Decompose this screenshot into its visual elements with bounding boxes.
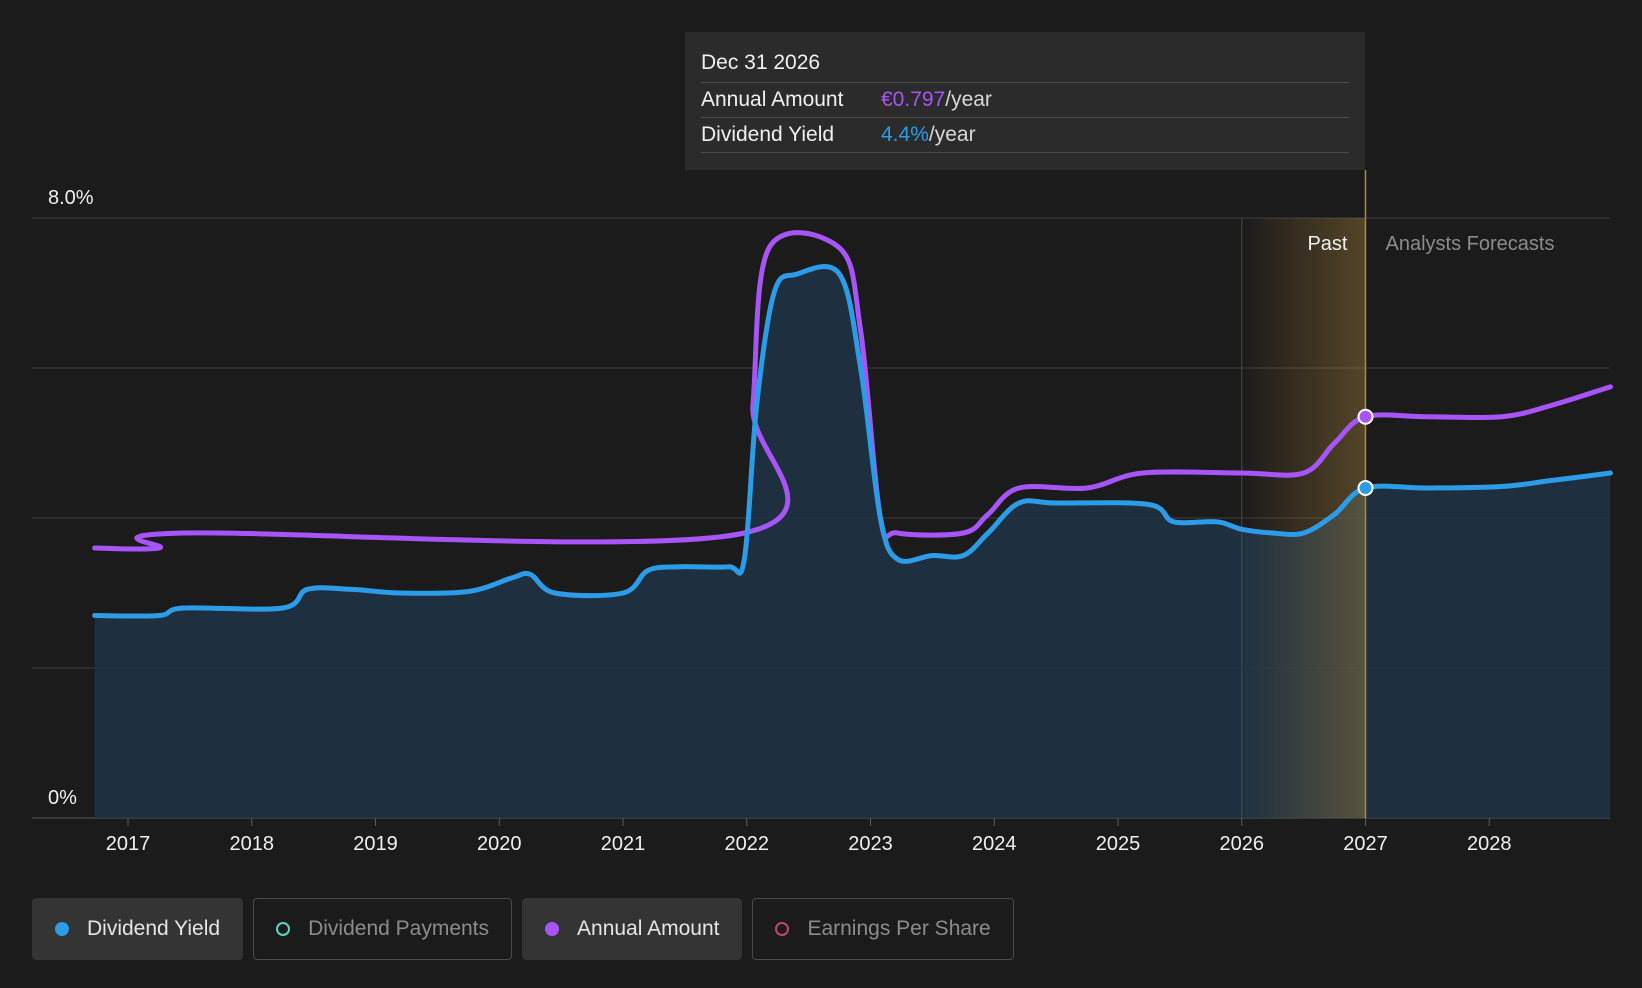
x-tick-label-2019: 2019 bbox=[353, 833, 398, 855]
x-tick-label-2018: 2018 bbox=[230, 833, 275, 855]
tooltip-annual-unit: /year bbox=[945, 88, 992, 111]
legend-dividend-yield-label: Dividend Yield bbox=[87, 917, 221, 940]
legend-dividend-yield[interactable]: Dividend Yield bbox=[32, 898, 244, 960]
dividend-yield-dot-icon bbox=[55, 922, 69, 936]
tooltip-annual-row: Annual Amount €0.797/year bbox=[701, 83, 1349, 118]
tooltip-yield-value: 4.4% bbox=[881, 123, 929, 146]
earnings-per-share-dot-icon bbox=[775, 922, 790, 936]
tooltip-yield-label: Dividend Yield bbox=[701, 123, 835, 146]
x-tick-label-2027: 2027 bbox=[1343, 833, 1388, 855]
annual-amount-dot-icon bbox=[545, 922, 560, 936]
x-tick-label-2022: 2022 bbox=[725, 833, 770, 855]
x-tick-label-2020: 2020 bbox=[477, 833, 522, 855]
x-tick-label-2017: 2017 bbox=[106, 833, 151, 855]
tooltip-annual-label: Annual Amount bbox=[701, 88, 844, 111]
past-highlight-band bbox=[1241, 218, 1366, 818]
y-tick-label-max: 8.0% bbox=[48, 187, 94, 209]
x-tick-label-2024: 2024 bbox=[972, 833, 1017, 855]
x-tick-label-2021: 2021 bbox=[601, 833, 646, 855]
legend: Dividend Yield Dividend Payments Annual … bbox=[32, 898, 1014, 960]
tooltip-yield-unit: /year bbox=[928, 123, 976, 146]
x-tick-label-2023: 2023 bbox=[848, 833, 893, 855]
y-tick-label-min: 0% bbox=[48, 787, 77, 809]
x-tick-label-2028: 2028 bbox=[1467, 833, 1512, 855]
legend-dividend-payments[interactable]: Dividend Payments bbox=[253, 898, 513, 960]
legend-annual-amount-label: Annual Amount bbox=[577, 917, 720, 940]
legend-annual-amount[interactable]: Annual Amount bbox=[522, 898, 743, 960]
marker-annual-amount bbox=[1357, 408, 1374, 425]
tooltip-yield-row: Dividend Yield 4.4%/year bbox=[701, 118, 1349, 153]
dividend-payments-dot-icon bbox=[276, 922, 291, 936]
legend-earnings-per-share[interactable]: Earnings Per Share bbox=[752, 898, 1014, 960]
analysts-forecasts-label: Analysts Forecasts bbox=[1386, 233, 1555, 255]
tooltip-annual-value: €0.797 bbox=[881, 88, 946, 111]
marker-dividend-yield bbox=[1357, 480, 1374, 496]
legend-earnings-per-share-label: Earnings Per Share bbox=[807, 917, 991, 940]
x-tick-label-2026: 2026 bbox=[1220, 833, 1265, 855]
legend-dividend-payments-label: Dividend Payments bbox=[308, 917, 490, 940]
tooltip-date-row: Dec 31 2026 bbox=[701, 44, 1349, 83]
tooltip: Dec 31 2026 Annual Amount €0.797/year Di… bbox=[685, 32, 1365, 170]
tooltip-date: Dec 31 2026 bbox=[701, 51, 821, 74]
x-tick-label-2025: 2025 bbox=[1096, 833, 1141, 855]
past-label: Past bbox=[1307, 233, 1347, 255]
dividend-yield-area bbox=[94, 266, 1610, 818]
